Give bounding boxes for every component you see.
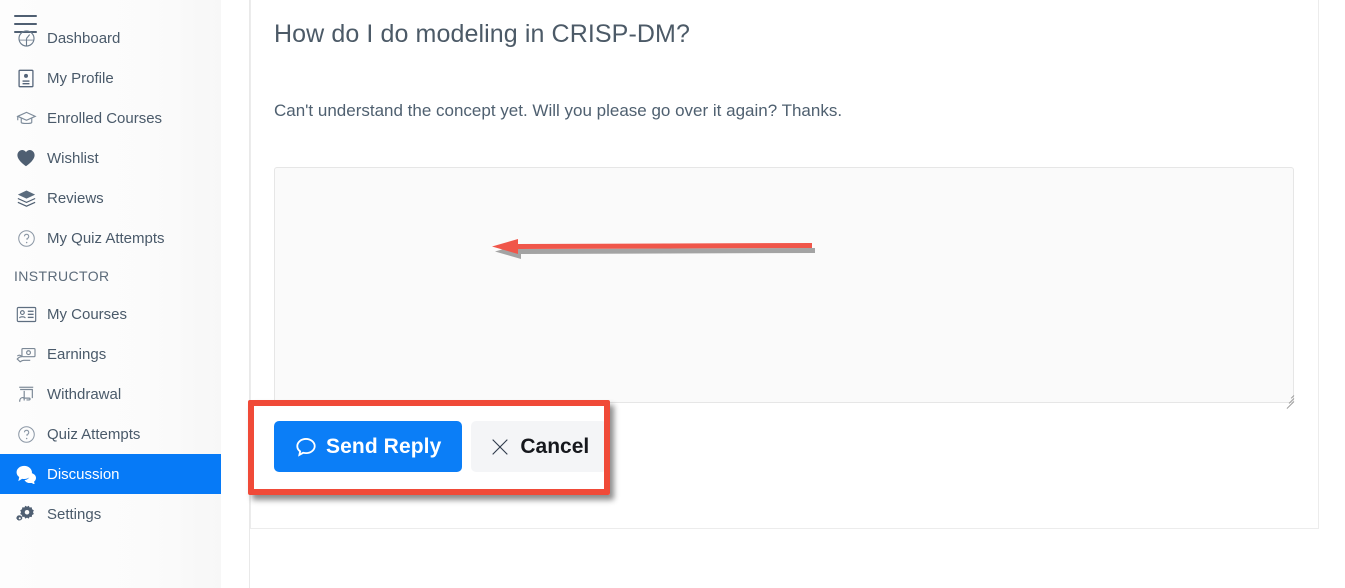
hand-withdraw-icon	[14, 383, 38, 405]
page-title: How do I do modeling in CRISP-DM?	[274, 20, 690, 48]
sidebar-item-discussion[interactable]: Discussion	[0, 454, 221, 494]
layers-icon	[14, 187, 38, 209]
sidebar-item-earnings[interactable]: Earnings	[0, 334, 221, 374]
sidebar-item-withdrawal[interactable]: Withdrawal	[0, 374, 221, 414]
sidebar-item-label: Earnings	[47, 345, 107, 363]
sidebar-item-my-courses[interactable]: My Courses	[0, 294, 221, 334]
cancel-label: Cancel	[520, 434, 590, 458]
reply-actions: Send Reply Cancel	[274, 421, 608, 472]
sidebar-item-label: My Quiz Attempts	[47, 229, 165, 247]
sidebar-item-label: Settings	[47, 505, 102, 523]
sidebar-item-label: Enrolled Courses	[47, 109, 163, 127]
sidebar-item-enrolled-courses[interactable]: Enrolled Courses	[0, 98, 221, 138]
sidebar-item-reviews[interactable]: Reviews	[0, 178, 221, 218]
sidebar-item-my-profile[interactable]: My Profile	[0, 58, 221, 98]
question-body-text: Can't understand the concept yet. Will y…	[274, 101, 843, 120]
id-card-icon	[14, 303, 38, 325]
page-root: Dashboard My Profile Enrolled Courses Wi…	[0, 0, 1345, 588]
sidebar-item-label: Wishlist	[47, 149, 99, 167]
sidebar-item-quiz-attempts[interactable]: Quiz Attempts	[0, 414, 221, 454]
sidebar-item-settings[interactable]: Settings	[0, 494, 221, 534]
graduation-cap-icon	[14, 107, 38, 129]
reply-textarea[interactable]	[274, 167, 1294, 403]
sidebar-item-label: My Profile	[47, 69, 114, 87]
sidebar-item-label: Reviews	[47, 189, 104, 207]
send-reply-label: Send Reply	[326, 434, 442, 458]
question-circle-icon	[14, 227, 38, 249]
sidebar-item-my-quiz-attempts[interactable]: My Quiz Attempts	[0, 218, 221, 258]
sidebar-item-label: Quiz Attempts	[47, 425, 141, 443]
chat-bubbles-icon	[14, 463, 38, 485]
sidebar-item-label: Withdrawal	[47, 385, 122, 403]
send-reply-button[interactable]: Send Reply	[274, 421, 463, 472]
hamburger-bar	[14, 15, 37, 17]
sidebar-item-label: Dashboard	[47, 29, 121, 47]
sidebar-item-dashboard[interactable]: Dashboard	[0, 18, 221, 58]
sidebar-item-label: Discussion	[47, 465, 120, 483]
gear-icon	[14, 503, 38, 525]
cancel-button[interactable]: Cancel	[471, 421, 608, 472]
sidebar-item-label: My Courses	[47, 305, 128, 323]
hand-money-icon	[14, 343, 38, 365]
close-x-icon	[489, 436, 511, 458]
sidebar-section-instructor: INSTRUCTOR	[14, 268, 110, 284]
sidebar-item-wishlist[interactable]: Wishlist	[0, 138, 221, 178]
question-circle-icon	[14, 423, 38, 445]
sidebar: Dashboard My Profile Enrolled Courses Wi…	[0, 0, 221, 588]
comment-bubble-icon	[295, 436, 317, 458]
dashboard-icon	[14, 27, 38, 49]
heart-icon	[14, 147, 38, 169]
profile-card-icon	[14, 67, 38, 89]
